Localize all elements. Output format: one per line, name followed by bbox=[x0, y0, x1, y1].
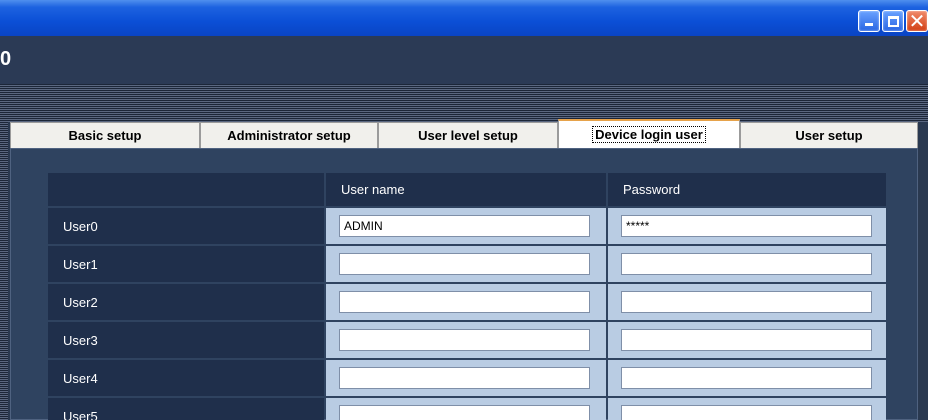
column-header-password: Password bbox=[608, 173, 886, 206]
minimize-icon bbox=[865, 23, 873, 26]
tab-user-level-setup[interactable]: User level setup bbox=[378, 122, 558, 148]
username-field-user5[interactable] bbox=[339, 405, 590, 420]
password-field-user4[interactable] bbox=[621, 367, 872, 389]
username-cell bbox=[326, 360, 606, 396]
tab-basic-setup[interactable]: Basic setup bbox=[10, 122, 200, 148]
row-label: User5 bbox=[48, 398, 324, 420]
window-controls: ✕ bbox=[858, 10, 928, 32]
row-label: User2 bbox=[48, 284, 324, 320]
password-field-user1[interactable] bbox=[621, 253, 872, 275]
close-icon: ✕ bbox=[908, 9, 926, 33]
tab-label: Device login user bbox=[592, 126, 706, 143]
row-label: User1 bbox=[48, 246, 324, 282]
username-field-user4[interactable] bbox=[339, 367, 590, 389]
minimize-button[interactable] bbox=[858, 10, 880, 32]
username-field-user1[interactable] bbox=[339, 253, 590, 275]
password-cell bbox=[608, 284, 886, 320]
header-title-fragment: 0 bbox=[0, 48, 12, 70]
tab-label: Administrator setup bbox=[227, 128, 351, 143]
username-field-user3[interactable] bbox=[339, 329, 590, 351]
password-cell bbox=[608, 398, 886, 420]
maximize-button[interactable] bbox=[882, 10, 904, 32]
table-row: User2 bbox=[48, 284, 886, 320]
column-header-user-name: User name bbox=[326, 173, 606, 206]
striped-band bbox=[0, 84, 928, 122]
table-row: User1 bbox=[48, 246, 886, 282]
tab-label: Basic setup bbox=[68, 128, 142, 143]
username-cell: ADMIN bbox=[326, 208, 606, 244]
tab-label: User level setup bbox=[418, 128, 518, 143]
table-row: User5 bbox=[48, 398, 886, 420]
striped-side-band bbox=[0, 122, 8, 420]
username-field-user0[interactable]: ADMIN bbox=[339, 215, 590, 237]
row-label: User0 bbox=[48, 208, 324, 244]
column-header-blank bbox=[48, 173, 324, 206]
table-header-row: User name Password bbox=[48, 173, 886, 206]
username-cell bbox=[326, 246, 606, 282]
password-cell bbox=[608, 246, 886, 282]
password-cell: ***** bbox=[608, 208, 886, 244]
username-cell bbox=[326, 284, 606, 320]
tab-bar: Basic setup Administrator setup User lev… bbox=[10, 119, 918, 148]
row-label: User4 bbox=[48, 360, 324, 396]
tab-user-setup[interactable]: User setup bbox=[740, 122, 918, 148]
maximize-icon bbox=[888, 16, 899, 27]
password-field-user5[interactable] bbox=[621, 405, 872, 420]
table-row: User4 bbox=[48, 360, 886, 396]
tab-administrator-setup[interactable]: Administrator setup bbox=[200, 122, 378, 148]
row-label: User3 bbox=[48, 322, 324, 358]
close-button[interactable]: ✕ bbox=[906, 10, 928, 32]
username-cell bbox=[326, 322, 606, 358]
table-row: User3 bbox=[48, 322, 886, 358]
device-login-user-table: User name Password User0 ADMIN ***** Use… bbox=[48, 173, 886, 420]
window-titlebar: ✕ bbox=[0, 0, 928, 36]
tab-device-login-user[interactable]: Device login user bbox=[558, 119, 740, 148]
table-row: User0 ADMIN ***** bbox=[48, 208, 886, 244]
password-cell bbox=[608, 322, 886, 358]
username-cell bbox=[326, 398, 606, 420]
username-field-user2[interactable] bbox=[339, 291, 590, 313]
password-field-user0[interactable]: ***** bbox=[621, 215, 872, 237]
password-field-user2[interactable] bbox=[621, 291, 872, 313]
tab-label: User setup bbox=[795, 128, 863, 143]
app-header: 0 bbox=[0, 36, 928, 84]
password-field-user3[interactable] bbox=[621, 329, 872, 351]
password-cell bbox=[608, 360, 886, 396]
